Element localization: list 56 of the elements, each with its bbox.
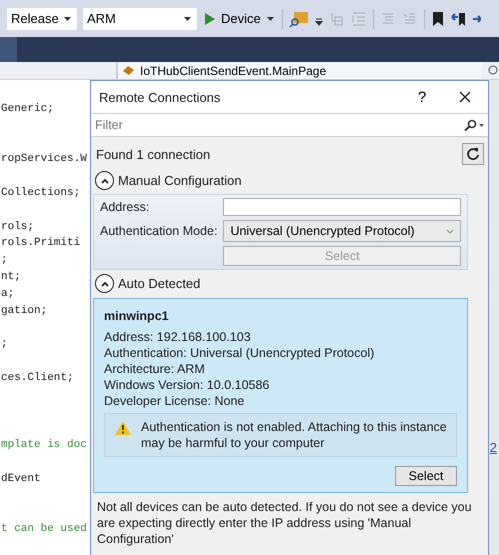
reference-link[interactable]: 2: [490, 440, 497, 455]
field-label: Authentication Mode:: [100, 224, 218, 238]
caret-icon: [64, 16, 71, 20]
select-button[interactable]: Select: [395, 466, 457, 486]
search-icon[interactable]: [464, 119, 484, 131]
code-comment: t can be used: [0, 522, 87, 537]
class-icon: [122, 64, 136, 76]
code-line: rols.Primiti: [0, 236, 80, 252]
device-detail: Address: 192.168.100.103: [104, 329, 252, 345]
code-line: nt;: [0, 270, 21, 285]
code-line: dEvent: [0, 472, 41, 487]
device-detail: Developer License: None: [104, 393, 246, 409]
expander-button[interactable]: [95, 171, 114, 190]
authentication-dropdown[interactable]: Universal (Unencrypted Protocol): [223, 220, 461, 242]
help-button[interactable]: ?: [402, 82, 442, 112]
section-title: Auto Detected: [118, 276, 200, 291]
device-name: minwinpc1: [104, 309, 170, 323]
bookmark-icon[interactable]: [430, 10, 445, 26]
expander-button[interactable]: [95, 274, 114, 293]
code-line: ces.Client;: [0, 370, 74, 386]
close-icon: [459, 91, 471, 103]
code-line: ropServices.W: [0, 152, 87, 168]
device-detail: Architecture: ARM: [104, 361, 206, 377]
dialog-title: Remote Connections: [99, 90, 222, 104]
warning-icon: [115, 421, 131, 435]
bookmark-prev-icon[interactable]: [450, 10, 467, 26]
refresh-button[interactable]: [462, 143, 484, 165]
device-detail: Windows Version: 10.0.10586: [104, 377, 270, 393]
platform-dropdown[interactable]: ARM: [83, 8, 197, 30]
address-field[interactable]: [223, 198, 461, 216]
collapse-icon[interactable]: [488, 65, 498, 75]
code-line: rols;: [0, 220, 34, 235]
status-text: Found 1 connection: [96, 146, 210, 162]
caret-icon: [446, 228, 454, 234]
warning-text: Authentication is not enabled. Attaching to this instance may be harmful to your computer: [141, 419, 448, 451]
device-detail: Authentication: Universal (Unencrypted Protocol): [104, 345, 376, 361]
section-title: Manual Configuration: [118, 173, 242, 188]
code-comment: mplate is doc: [0, 438, 87, 453]
field-label: Address:: [100, 200, 150, 214]
caret-icon: [266, 16, 274, 20]
code-line: gation;: [0, 304, 48, 319]
code-line: ;: [0, 253, 8, 268]
code-line: Generic;: [0, 102, 54, 117]
run-button[interactable]: Device: [203, 11, 276, 26]
device-card[interactable]: [93, 298, 468, 493]
document-tab[interactable]: IoTHubClientSendEvent.MainPage: [116, 62, 482, 79]
code-line: Collections;: [0, 186, 80, 201]
refresh-icon: [466, 147, 480, 161]
folder-search-icon[interactable]: [288, 10, 309, 28]
caret-icon: [184, 16, 191, 20]
hint-text: Not all devices can be auto detected. If you do not see a device you are expecting directly enter the IP address using 'Manual Configuration': [96, 499, 473, 548]
filter-field[interactable]: Filter: [91, 113, 488, 137]
configuration-dropdown[interactable]: Release: [7, 8, 77, 30]
code-line: ;: [0, 337, 8, 352]
play-icon: [205, 12, 215, 24]
code-line: a;: [0, 286, 14, 302]
